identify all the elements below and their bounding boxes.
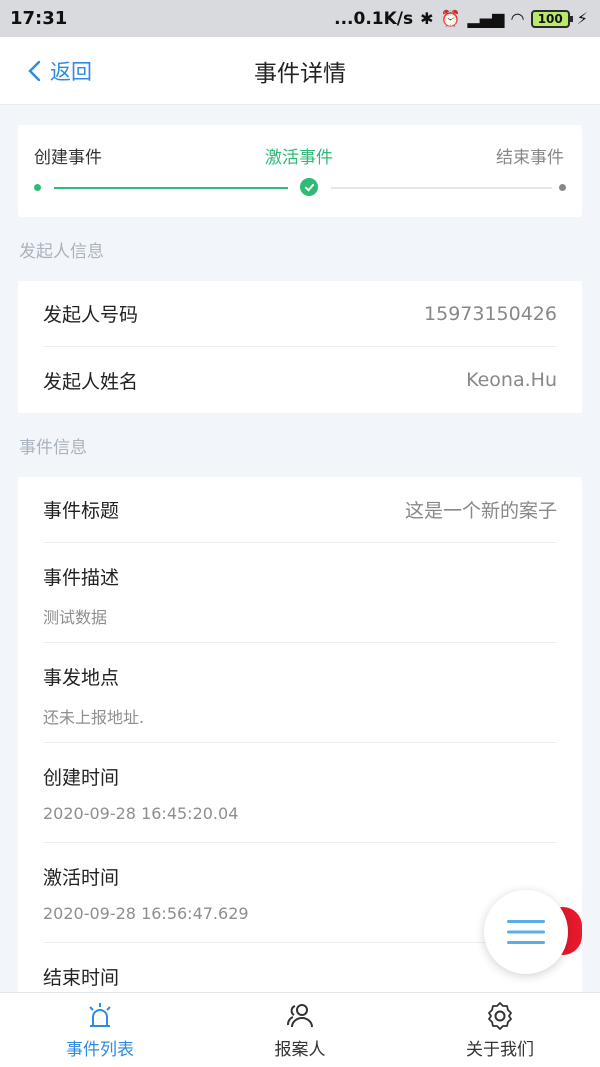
event-title-value: 这是一个新的案子 <box>404 500 557 522</box>
event-activated-row: 激活时间 2020-09-28 16:56:47.629 <box>43 843 557 943</box>
event-desc-value: 测试数据 <box>43 608 108 627</box>
step-dot-start <box>34 184 41 191</box>
gear-icon <box>488 1001 512 1030</box>
bluetooth-icon: ✱ <box>420 9 434 28</box>
step-label-create: 创建事件 <box>34 148 102 168</box>
progress-line-done <box>54 187 288 189</box>
event-title-label: 事件标题 <box>43 500 120 522</box>
back-button[interactable]: 返回 <box>26 37 92 105</box>
initiator-name-label: 发起人姓名 <box>43 370 139 393</box>
event-activated-value: 2020-09-28 16:56:47.629 <box>43 904 249 923</box>
event-created-label: 创建时间 <box>43 767 120 789</box>
menu-fab-button[interactable] <box>484 890 568 974</box>
progress-track <box>34 177 566 197</box>
initiator-card: 发起人号码 15973150426 发起人姓名 Keona.Hu <box>18 281 582 413</box>
event-ended-row: 结束时间 <box>43 943 557 992</box>
initiator-phone-label: 发起人号码 <box>43 304 139 326</box>
event-title-row: 事件标题 这是一个新的案子 <box>43 477 557 543</box>
back-label: 返回 <box>50 60 92 84</box>
event-activated-label: 激活时间 <box>43 867 120 889</box>
section-event-label: 事件信息 <box>19 438 87 458</box>
tab-label-about-us: 关于我们 <box>466 1039 534 1060</box>
charging-icon: ⚡ <box>576 9 588 28</box>
alarm-light-icon <box>89 1002 111 1027</box>
step-label-end: 结束事件 <box>496 148 564 168</box>
progress-line-pending <box>331 187 552 189</box>
step-dot-end <box>559 184 566 191</box>
event-location-value: 还未上报地址. <box>43 708 145 727</box>
event-location-row: 事发地点 还未上报地址. <box>43 643 557 743</box>
status-time: 17:31 <box>10 8 68 29</box>
menu-icon <box>507 920 545 944</box>
header: 返回 事件详情 <box>0 37 600 105</box>
step-label-activate: 激活事件 <box>265 148 333 168</box>
event-ended-label: 结束时间 <box>43 967 120 989</box>
tab-reporters[interactable]: 报案人 <box>200 993 400 1067</box>
alarm-icon: ⏰ <box>440 9 461 28</box>
status-icons: ...0.1K/s ✱ ⏰ ▂▄▆ ◠ 100 ⚡ <box>334 9 588 29</box>
section-initiator-label: 发起人信息 <box>19 242 104 262</box>
event-location-label: 事发地点 <box>43 667 120 689</box>
tab-label-event-list: 事件列表 <box>66 1039 134 1060</box>
check-icon <box>300 178 318 196</box>
network-speed: ...0.1K/s <box>334 8 414 29</box>
tab-label-reporters: 报案人 <box>274 1039 326 1060</box>
event-created-row: 创建时间 2020-09-28 16:45:20.04 <box>43 743 557 843</box>
event-desc-label: 事件描述 <box>43 567 120 589</box>
initiator-phone-row: 发起人号码 15973150426 <box>43 281 557 347</box>
initiator-phone-value: 15973150426 <box>424 302 557 325</box>
tab-event-list[interactable]: 事件列表 <box>0 993 200 1067</box>
initiator-name-value: Keona.Hu <box>466 369 557 391</box>
status-bar: 17:31 ...0.1K/s ✱ ⏰ ▂▄▆ ◠ 100 ⚡ <box>0 0 600 37</box>
event-desc-row: 事件描述 测试数据 <box>43 543 557 643</box>
main-content[interactable]: 创建事件 激活事件 结束事件 发起人信息 发起人号码 15973150426 发… <box>0 105 600 992</box>
progress-card: 创建事件 激活事件 结束事件 <box>18 125 582 217</box>
tab-about-us[interactable]: 关于我们 <box>400 993 600 1067</box>
bottom-tab-bar: 事件列表 报案人 关于我们 <box>0 992 600 1067</box>
people-icon <box>287 1003 313 1027</box>
initiator-name-row: 发起人姓名 Keona.Hu <box>43 347 557 413</box>
battery-icon: 100 <box>530 9 573 28</box>
chevron-left-icon <box>28 60 41 82</box>
signal-hd-icon: ▂▄▆ <box>467 9 505 28</box>
event-created-value: 2020-09-28 16:45:20.04 <box>43 804 239 823</box>
wifi-icon: ◠ <box>511 9 524 28</box>
